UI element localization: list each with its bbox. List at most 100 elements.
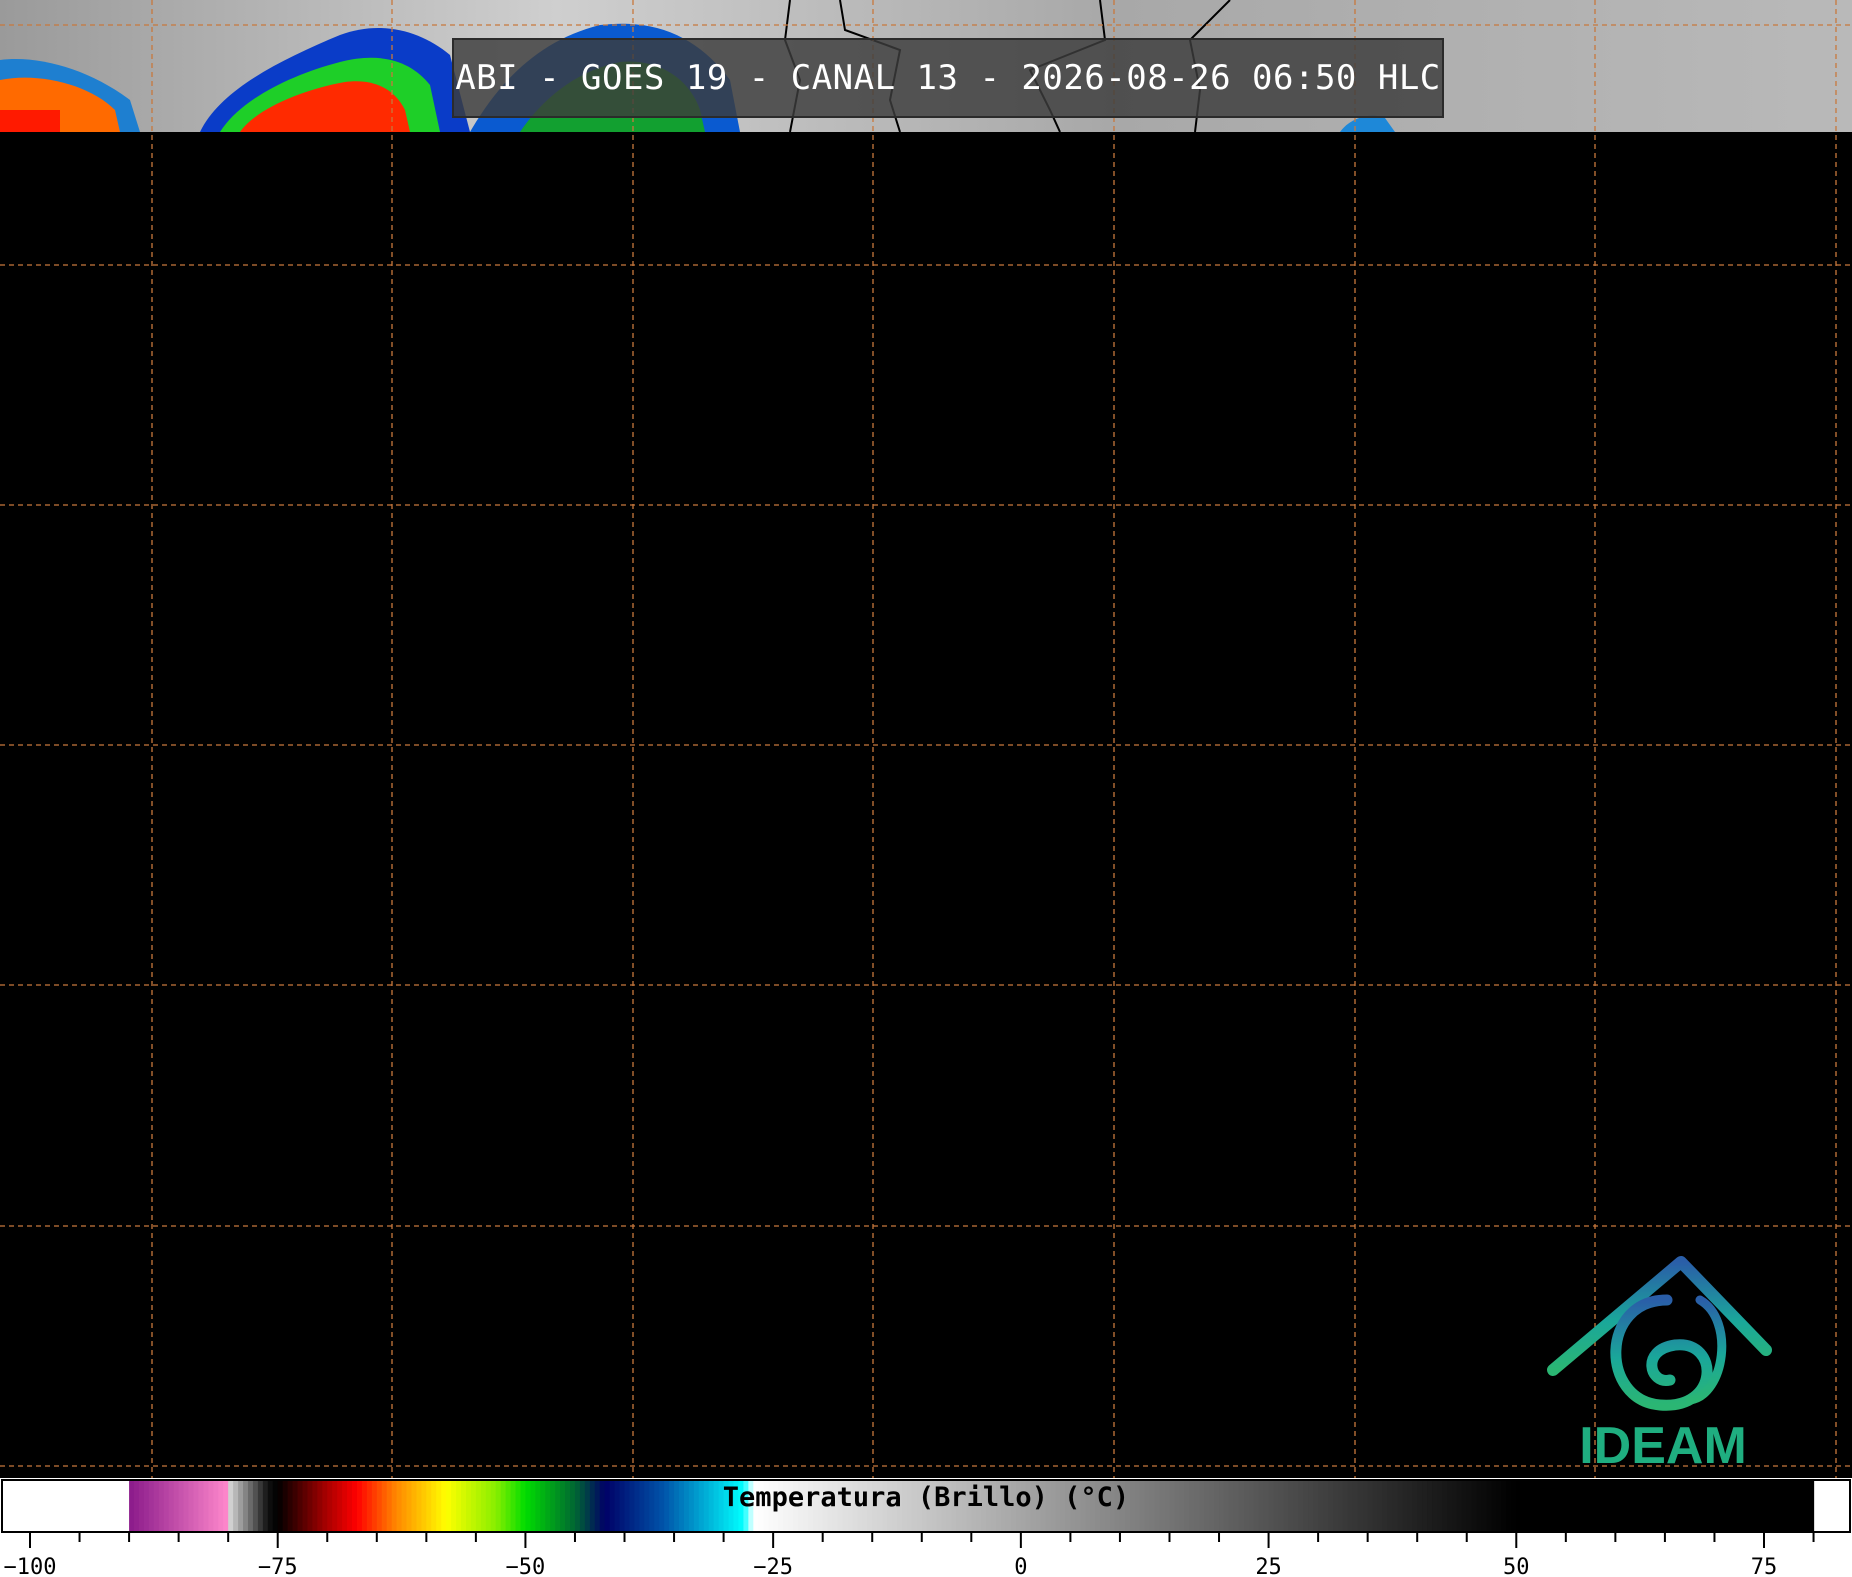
colorbar-segment xyxy=(1650,1480,1656,1532)
colorbar-segment xyxy=(1090,1480,1096,1532)
colorbar-segment xyxy=(1035,1480,1042,1532)
colorbar-segment xyxy=(302,1480,309,1532)
colorbar-segment xyxy=(1199,1480,1205,1532)
colorbar-segment xyxy=(525,1480,531,1532)
colorbar-segment xyxy=(921,1480,928,1532)
colorbar-segment xyxy=(802,1480,809,1532)
colorbar-segment xyxy=(79,1480,86,1532)
colorbar-segment xyxy=(297,1480,304,1532)
colorbar-segment xyxy=(664,1480,670,1532)
colorbar-segment xyxy=(584,1480,591,1532)
colorbar-tick-label: 25 xyxy=(1255,1555,1282,1577)
colorbar-segment xyxy=(262,1480,269,1532)
colorbar-segment xyxy=(639,1480,645,1532)
colorbar-segment xyxy=(1194,1480,1200,1532)
colorbar-segment xyxy=(25,1480,31,1532)
colorbar-segment xyxy=(5,1480,11,1532)
colorbar-segment xyxy=(1699,1480,1706,1532)
colorbar-segment xyxy=(708,1480,715,1532)
colorbar-segment xyxy=(941,1480,948,1532)
colorbar-segment xyxy=(1491,1480,1498,1532)
colorbar-segment xyxy=(1526,1480,1532,1532)
colorbar-segment xyxy=(1689,1480,1696,1532)
colorbar-segment xyxy=(1065,1480,1071,1532)
colorbar-segment xyxy=(371,1480,378,1532)
colorbar-segment xyxy=(1773,1480,1780,1532)
colorbar-segment xyxy=(1273,1480,1280,1532)
colorbar-segment xyxy=(1308,1480,1314,1532)
colorbar-segment xyxy=(1075,1480,1081,1532)
colorbar-segment xyxy=(1714,1480,1721,1532)
colorbar-segment xyxy=(1214,1480,1220,1532)
colorbar-segment xyxy=(688,1480,695,1532)
colorbar-segment xyxy=(1684,1480,1691,1532)
colorbar-segment xyxy=(1367,1480,1374,1532)
colorbar-segment xyxy=(1243,1480,1250,1532)
colorbar-segment xyxy=(1095,1480,1101,1532)
map-background xyxy=(0,0,1852,1478)
colorbar-segment xyxy=(277,1480,284,1532)
colorbar-segment xyxy=(500,1480,507,1532)
colorbar-segment xyxy=(1070,1480,1076,1532)
colorbar-segment xyxy=(44,1480,51,1532)
colorbar-segment xyxy=(386,1480,393,1532)
colorbar-segment xyxy=(1352,1480,1359,1532)
colorbar-segment xyxy=(545,1480,551,1532)
colorbar-segment xyxy=(1536,1480,1542,1532)
colorbar-segment xyxy=(807,1480,814,1532)
colorbar-segment xyxy=(84,1480,91,1532)
colorbar-segment xyxy=(1253,1480,1260,1532)
colorbar-segment xyxy=(1278,1480,1285,1532)
colorbar-segment xyxy=(1437,1480,1443,1532)
colorbar-segment xyxy=(1060,1480,1067,1532)
colorbar-segment xyxy=(1783,1480,1790,1532)
colorbar-segment xyxy=(1015,1480,1022,1532)
colorbar-segment xyxy=(243,1480,249,1532)
colorbar-segment xyxy=(252,1480,259,1532)
colorbar-segment xyxy=(986,1480,992,1532)
colorbar-segment xyxy=(188,1480,195,1532)
colorbar-segment xyxy=(1427,1480,1433,1532)
colorbar-segment xyxy=(867,1480,873,1532)
colorbar-segment xyxy=(555,1480,561,1532)
colorbar-segment xyxy=(99,1480,105,1532)
colorbar-tick-label: 50 xyxy=(1503,1555,1530,1577)
colorbar-segment xyxy=(976,1480,982,1532)
title-text: ABI - GOES 19 - CANAL 13 - 2026-08-26 06… xyxy=(455,58,1441,98)
colorbar-segment xyxy=(763,1480,769,1532)
colorbar-segment xyxy=(515,1480,522,1532)
colorbar-segment xyxy=(1209,1480,1215,1532)
colorbar-segment xyxy=(1412,1480,1418,1532)
colorbar-segment xyxy=(847,1480,854,1532)
colorbar-segment xyxy=(768,1480,774,1532)
colorbar-segment xyxy=(1432,1480,1438,1532)
colorbar-segment xyxy=(827,1480,834,1532)
colorbar-segment xyxy=(1451,1480,1458,1532)
colorbar-segment xyxy=(1466,1480,1473,1532)
colorbar-segment xyxy=(1174,1480,1180,1532)
colorbar-segment xyxy=(1585,1480,1592,1532)
colorbar-segment xyxy=(936,1480,943,1532)
colorbar-segment xyxy=(1407,1480,1413,1532)
colorbar-segment xyxy=(292,1480,299,1532)
colorbar-segment xyxy=(822,1480,829,1532)
colorbar-segment xyxy=(470,1480,477,1532)
colorbar-segment xyxy=(882,1480,888,1532)
colorbar-segment xyxy=(1129,1480,1136,1532)
colorbar-segment xyxy=(1323,1480,1329,1532)
colorbar-segment xyxy=(748,1480,754,1532)
colorbar-segment xyxy=(148,1480,155,1532)
colorbar-segment xyxy=(1030,1480,1037,1532)
colorbar-segment xyxy=(327,1480,333,1532)
colorbar-segment xyxy=(1268,1480,1275,1532)
colorbar-segment xyxy=(30,1480,36,1532)
colorbar-segment xyxy=(783,1480,789,1532)
colorbar-segment xyxy=(173,1480,180,1532)
colorbar-segment xyxy=(1754,1480,1760,1532)
colorbar-segment xyxy=(1501,1480,1507,1532)
colorbar-segment xyxy=(143,1480,150,1532)
colorbar-segment xyxy=(906,1480,913,1532)
colorbar-segment xyxy=(1422,1480,1428,1532)
colorbar-segment xyxy=(773,1480,779,1532)
colorbar-segment xyxy=(198,1480,204,1532)
